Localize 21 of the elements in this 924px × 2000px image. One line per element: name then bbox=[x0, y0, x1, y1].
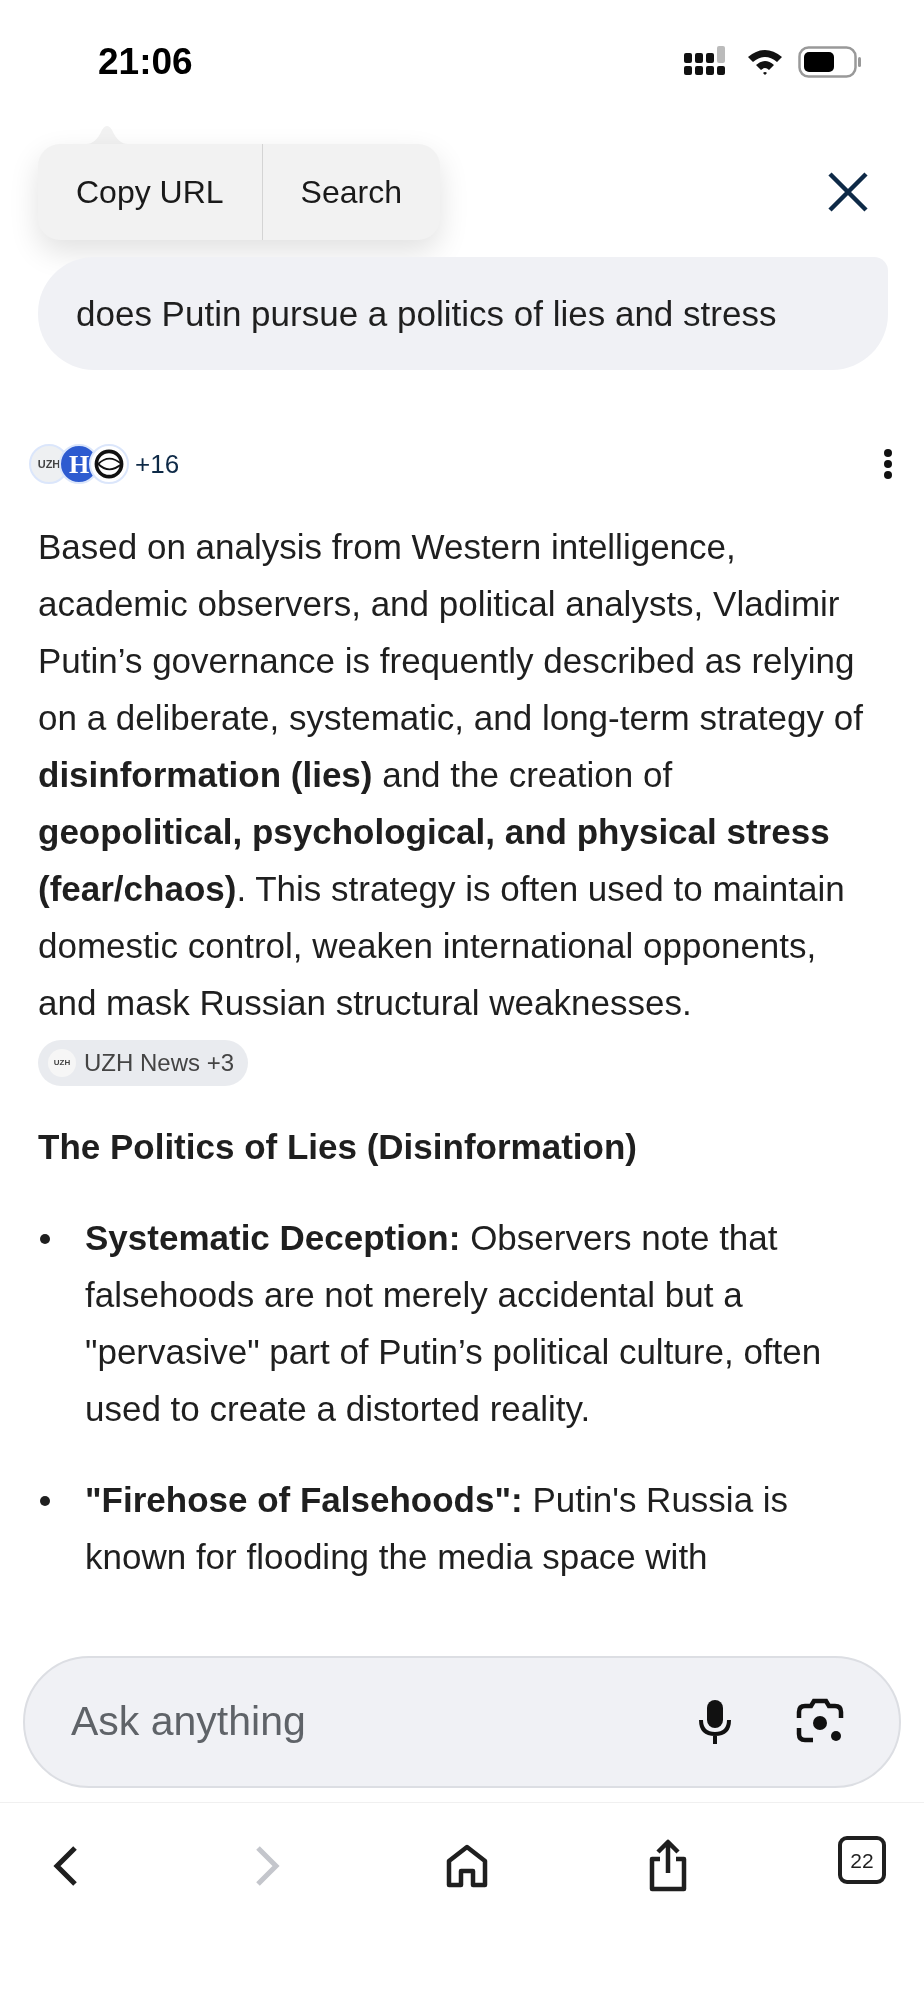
popup-menu-item[interactable]: Copy URL bbox=[38, 144, 262, 240]
citation-source-icon: UZH bbox=[48, 1048, 76, 1077]
section-heading: The Politics of Lies (Disinformation) bbox=[38, 1126, 638, 1168]
ask-field[interactable]: Ask anything bbox=[23, 1656, 901, 1788]
battery-icon bbox=[798, 46, 862, 78]
more-options-icon[interactable] bbox=[882, 448, 894, 480]
home-icon bbox=[445, 1843, 489, 1889]
citation-label: UZH News +3 bbox=[84, 1050, 235, 1075]
status-time: 21:06 bbox=[98, 40, 193, 85]
popup-menu-item[interactable]: Search bbox=[261, 144, 440, 240]
source-avatar bbox=[89, 444, 129, 484]
close-icon bbox=[827, 171, 869, 213]
microphone-icon[interactable] bbox=[697, 1698, 733, 1746]
source-count[interactable]: +16 bbox=[135, 444, 180, 484]
answer-paragraph: Based on analysis from Western intelligence, academic observers, and political analysts, Vladimir Putin’s governance is frequently described as relying on a deliberate, systematic, and long-term strategy of disinformation (lies) and the creation of geopolitical, psychological, and physical stress (fear/chaos). This strategy is often used to maintain domestic control, weaken international opponents, and mask Russian structural weaknesses. UZH UZH News +3 bbox=[38, 518, 886, 1088]
bullet-text: "Firehose of Falsehoods": Putin's Russia is known for flooding the media space with bbox=[85, 1479, 790, 1578]
citation-chip[interactable]: UZH UZH News +3 bbox=[38, 1039, 249, 1086]
wifi-icon bbox=[746, 47, 784, 77]
query-bubble: does Putin pursue a politics of lies and stress bbox=[38, 257, 888, 370]
tab-count-button[interactable]: 22 bbox=[838, 1836, 886, 1884]
bullet-text: Systematic Deception: Observers note that falsehoods are not merely accidental but a "pervasive" part of Putin’s political culture, often used to create a distorted reality. bbox=[85, 1217, 823, 1430]
